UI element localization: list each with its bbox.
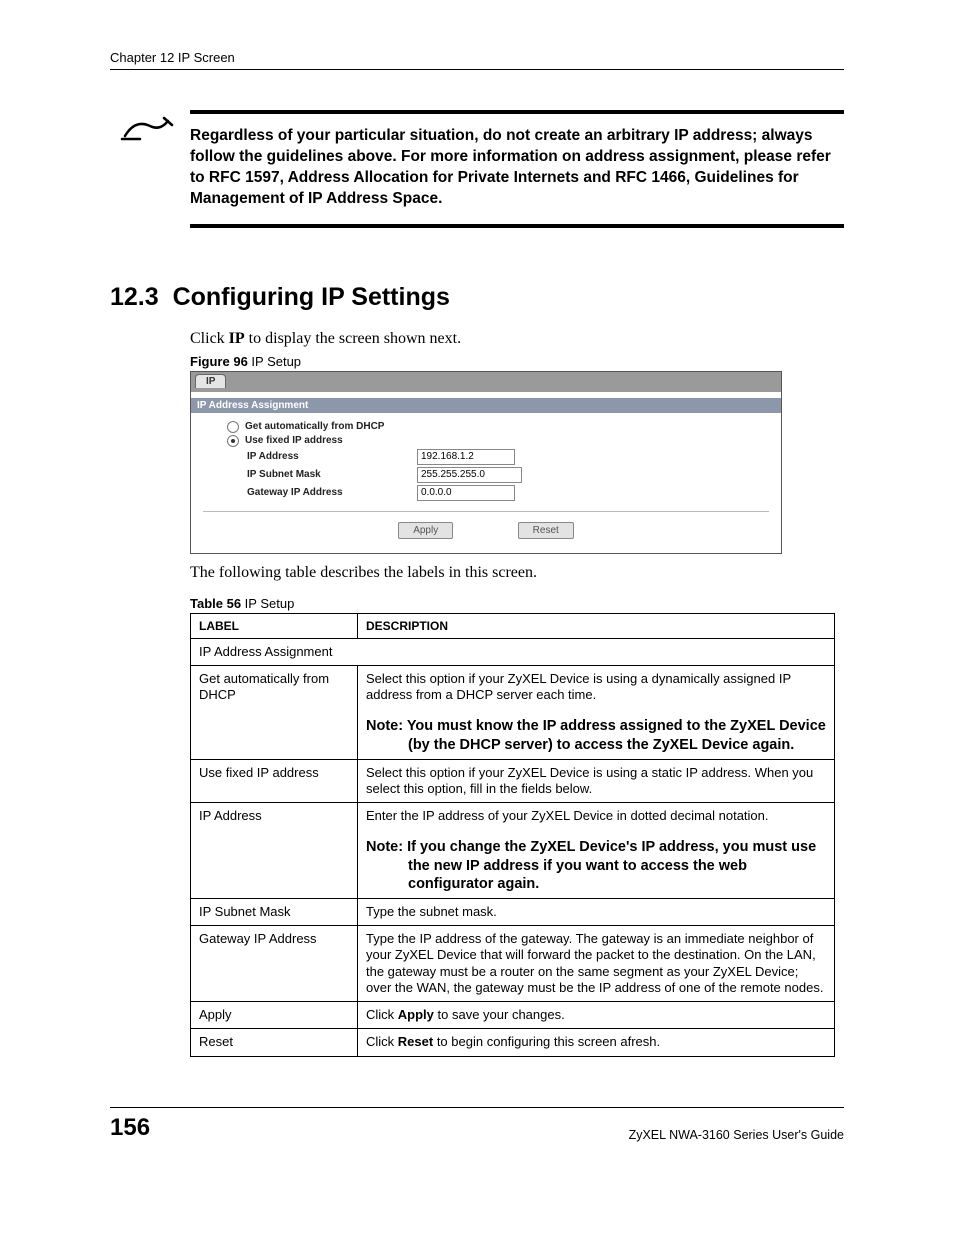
table-cell-desc: Click Reset to begin configuring this sc… [358,1029,835,1056]
section-number: 12.3 [110,283,159,311]
table-cell-label: IP Subnet Mask [191,898,358,925]
figure-panel: IP IP Address Assignment Get automatical… [190,371,782,554]
tab-ip[interactable]: IP [195,374,226,388]
handwriting-icon [120,114,175,144]
table-cell-desc: Select this option if your ZyXEL Device … [358,665,835,759]
field-gateway-row: Gateway IP Address [203,485,769,501]
reset-button[interactable]: Reset [518,522,574,539]
section-title: Configuring IP Settings [173,283,450,311]
ip-address-input[interactable] [417,449,515,465]
page-number: 156 [110,1114,150,1142]
table-cell-label: Use fixed IP address [191,759,358,803]
chapter-title: Chapter 12 IP Screen [110,50,235,65]
section-heading: 12.3 Configuring IP Settings [110,283,844,312]
table-cell-label: IP Address [191,803,358,899]
tab-bar: IP [191,372,781,392]
field-subnet-row: IP Subnet Mask [203,467,769,483]
table-cell-label: Apply [191,1002,358,1029]
page-footer: 156 ZyXEL NWA-3160 Series User's Guide [110,1107,844,1142]
note-text: Note: If you change the ZyXEL Device's I… [408,838,826,892]
page-header: Chapter 12 IP Screen [110,50,844,70]
th-label: LABEL [191,613,358,638]
settings-table: LABEL DESCRIPTION IP Address Assignment … [190,613,835,1057]
table-caption: Table 56 IP Setup [190,596,844,611]
panel-subheader: IP Address Assignment [191,398,781,413]
radio-icon[interactable] [227,421,239,433]
figure-caption: Figure 96 IP Setup [190,354,844,369]
apply-button[interactable]: Apply [398,522,453,539]
radio-icon[interactable] [227,435,239,447]
field-label: IP Address [247,451,417,462]
section-intro: Click IP to display the screen shown nex… [190,330,844,348]
table-cell-desc: Enter the IP address of your ZyXEL Devic… [358,803,835,899]
radio-label-dhcp: Get automatically from DHCP [245,421,384,432]
table-cell-label: Get automatically from DHCP [191,665,358,759]
table-cell-desc: Type the IP address of the gateway. The … [358,926,835,1002]
field-label: IP Subnet Mask [247,469,417,480]
table-row: IP Address Assignment [191,638,835,665]
divider [203,511,769,512]
field-label: Gateway IP Address [247,487,417,498]
footer-guide-name: ZyXEL NWA-3160 Series User's Guide [629,1128,844,1142]
subnet-mask-input[interactable] [417,467,522,483]
table-cell-desc: Type the subnet mask. [358,898,835,925]
note-text: Note: You must know the IP address assig… [408,717,826,753]
radio-row-fixed[interactable]: Use fixed IP address [203,435,769,447]
radio-label-fixed: Use fixed IP address [245,435,343,446]
table-cell-label: Reset [191,1029,358,1056]
table-cell-desc: Select this option if your ZyXEL Device … [358,759,835,803]
table-cell-label: Gateway IP Address [191,926,358,1002]
gateway-input[interactable] [417,485,515,501]
note-callout: Regardless of your particular situation,… [190,110,844,228]
table-cell-desc: Click Apply to save your changes. [358,1002,835,1029]
callout-text: Regardless of your particular situation,… [190,126,844,210]
table-intro: The following table describes the labels… [190,564,844,582]
field-ip-row: IP Address [203,449,769,465]
th-desc: DESCRIPTION [358,613,835,638]
radio-row-dhcp[interactable]: Get automatically from DHCP [203,421,769,433]
